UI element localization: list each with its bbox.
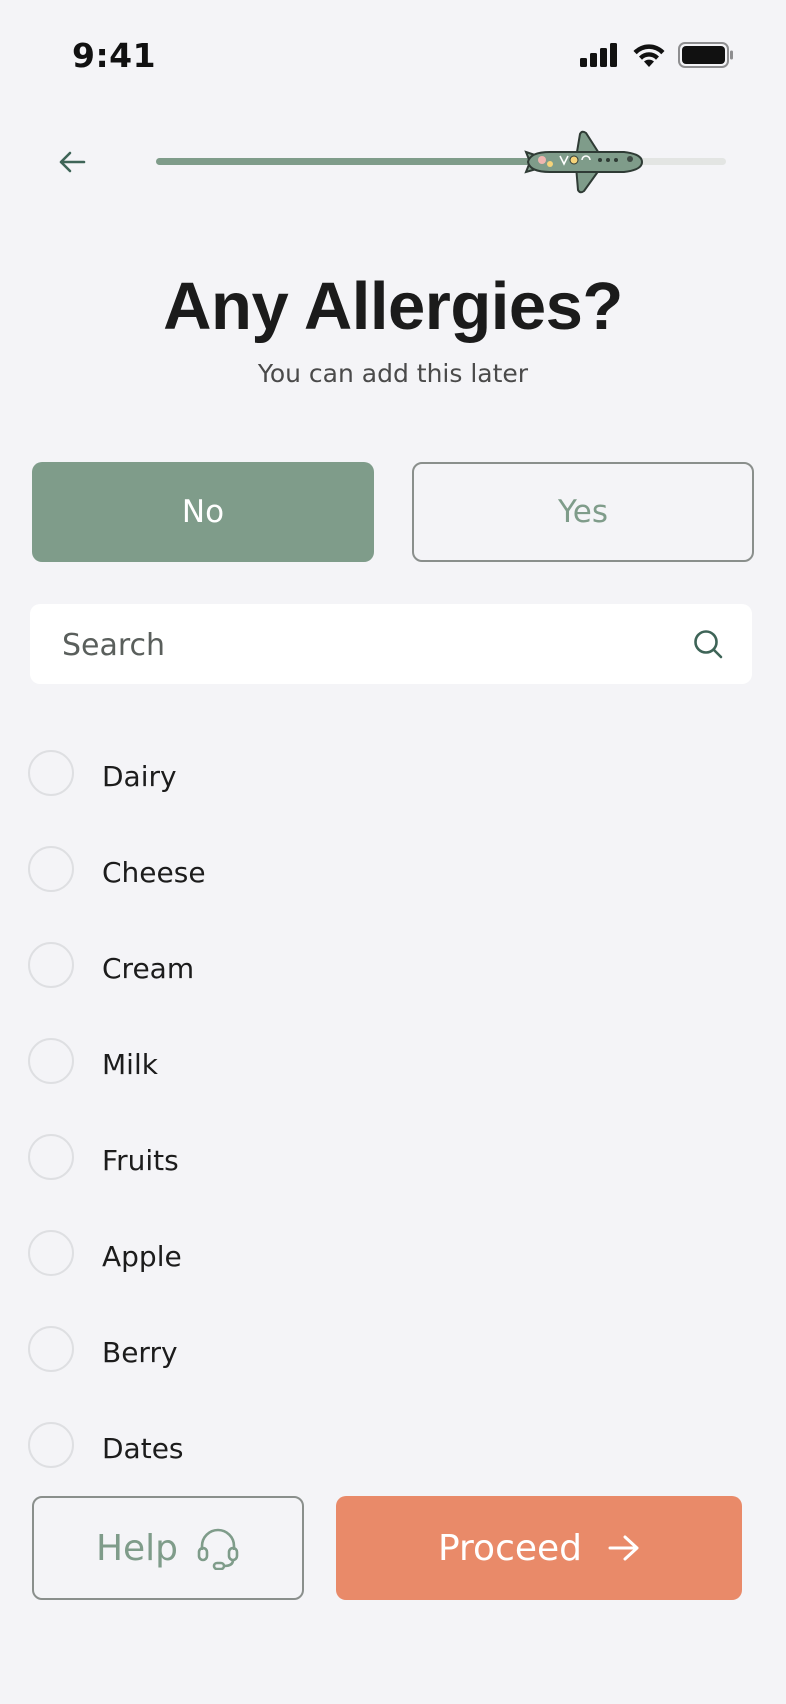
list-item-label: Cheese	[102, 855, 206, 889]
no-button[interactable]: No	[32, 462, 374, 562]
progress-fill	[156, 158, 555, 165]
list-item-berry[interactable]: Berry	[28, 1324, 178, 1374]
list-item-apple[interactable]: Apple	[28, 1228, 182, 1278]
page-subtitle: You can add this later	[257, 359, 529, 388]
radio-button[interactable]	[28, 942, 74, 988]
back-button[interactable]	[50, 140, 94, 184]
status-time: 9:41	[72, 36, 157, 75]
radio-button[interactable]	[28, 1422, 74, 1468]
page-title: Any Allergies?	[163, 269, 623, 344]
radio-button[interactable]	[28, 1230, 74, 1276]
list-item-label: Dairy	[102, 759, 177, 793]
search-box	[30, 604, 752, 686]
headset-icon	[197, 1528, 239, 1570]
list-item-label: Berry	[102, 1335, 178, 1369]
proceed-button[interactable]: Proceed	[336, 1496, 742, 1600]
list-item-label: Dates	[102, 1431, 184, 1465]
radio-button[interactable]	[28, 846, 74, 892]
yes-button[interactable]: Yes	[412, 462, 754, 562]
arrow-right-icon	[608, 1535, 639, 1561]
list-item-cream[interactable]: Cream	[28, 940, 194, 990]
radio-button[interactable]	[28, 1326, 74, 1372]
search-icon[interactable]	[690, 626, 726, 662]
wifi-icon	[633, 43, 665, 67]
radio-button[interactable]	[28, 1134, 74, 1180]
list-item-label: Milk	[102, 1047, 158, 1081]
list-item-label: Apple	[102, 1239, 182, 1273]
cellular-signal-icon	[580, 43, 617, 67]
list-item-dates[interactable]: Dates	[28, 1420, 184, 1470]
list-item-milk[interactable]: Milk	[28, 1036, 158, 1086]
proceed-label: Proceed	[437, 1527, 583, 1569]
radio-button[interactable]	[28, 1038, 74, 1084]
list-item-dairy[interactable]: Dairy	[28, 748, 177, 798]
help-label: Help	[95, 1527, 179, 1569]
list-item-label: Fruits	[102, 1143, 179, 1177]
battery-icon	[678, 42, 733, 68]
allergies-screen: 9:41 Any Allergies? You can add this lat…	[0, 0, 786, 1704]
search-input[interactable]	[60, 604, 664, 686]
radio-button[interactable]	[28, 750, 74, 796]
list-item-cheese[interactable]: Cheese	[28, 844, 206, 894]
airplane-icon	[524, 130, 644, 194]
status-icons	[580, 42, 734, 68]
list-item-fruits[interactable]: Fruits	[28, 1132, 179, 1182]
list-item-label: Cream	[102, 951, 195, 985]
help-button[interactable]: Help	[32, 1496, 304, 1600]
arrow-left-icon	[59, 151, 86, 173]
